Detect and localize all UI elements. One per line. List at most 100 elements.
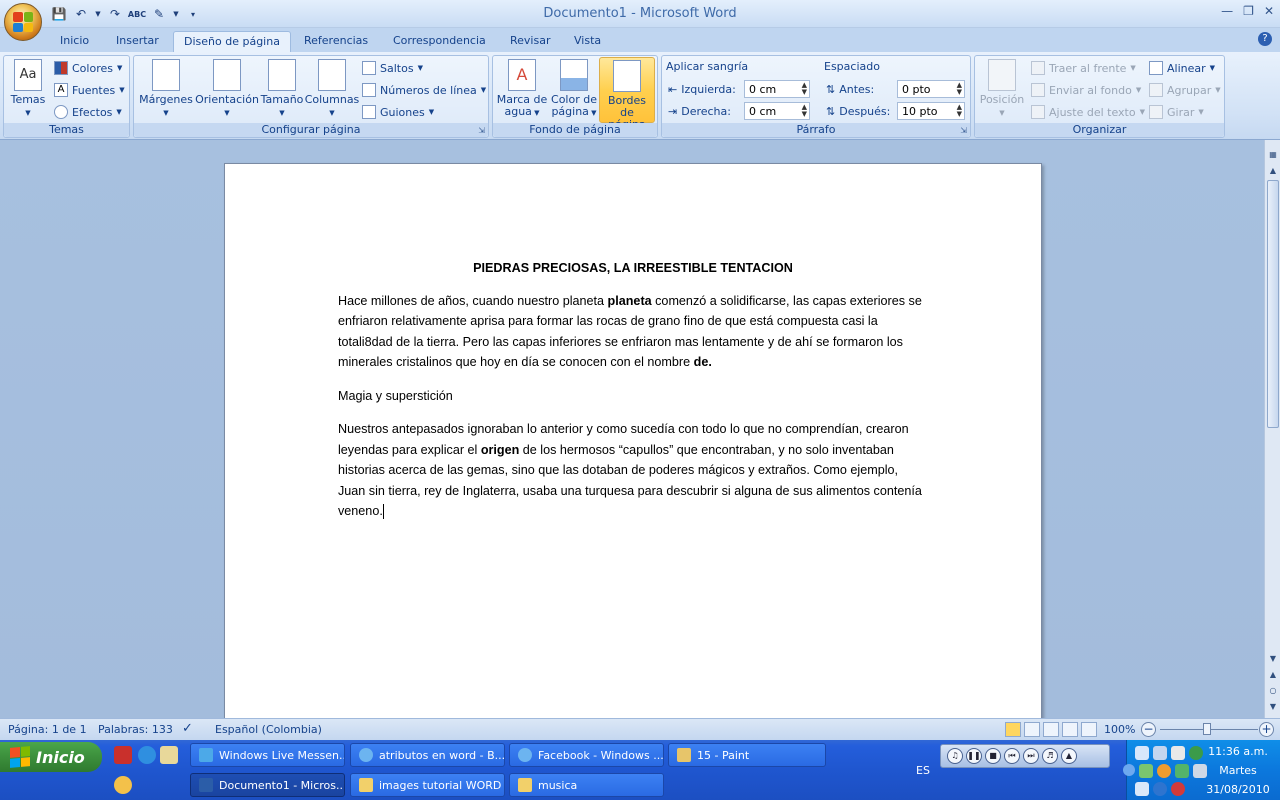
zoom-level[interactable]: 100% bbox=[1104, 723, 1135, 736]
restore-player-icon[interactable]: ▲ bbox=[1061, 748, 1077, 764]
outline-view-icon[interactable] bbox=[1062, 722, 1078, 737]
task-facebook[interactable]: Facebook - Windows ... bbox=[509, 743, 664, 767]
efectos-button[interactable]: Efectos ▼ bbox=[54, 102, 122, 122]
tab-revisar[interactable]: Revisar bbox=[500, 31, 560, 52]
scroll-up-icon[interactable]: ▲ bbox=[1267, 166, 1279, 175]
previous-page-icon[interactable]: ▲ bbox=[1267, 670, 1279, 679]
girar-button[interactable]: Girar ▼ bbox=[1149, 102, 1204, 122]
tab-inicio[interactable]: Inicio bbox=[50, 31, 99, 52]
scroll-thumb[interactable] bbox=[1267, 180, 1279, 428]
dialog-launcher-icon[interactable]: ⇲ bbox=[960, 126, 967, 135]
task-paint[interactable]: 15 - Paint bbox=[668, 743, 826, 767]
tab-correspondencia[interactable]: Correspondencia bbox=[383, 31, 496, 52]
bordes-pagina-button[interactable]: Bordes de página bbox=[599, 57, 655, 131]
next-icon[interactable]: ⏭ bbox=[1023, 748, 1039, 764]
task-images-tutorial[interactable]: images tutorial WORD bbox=[350, 773, 505, 797]
antivirus-icon[interactable] bbox=[1157, 764, 1171, 778]
colores-button[interactable]: Colores ▼ bbox=[54, 58, 122, 78]
zoom-slider-thumb[interactable] bbox=[1203, 723, 1211, 735]
tray-app-icon[interactable] bbox=[1139, 764, 1153, 778]
ajuste-texto-button[interactable]: Ajuste del texto ▼ bbox=[1031, 102, 1145, 122]
close-icon[interactable]: ✕ bbox=[1264, 4, 1274, 18]
antes-label-row: ⇅ Antes: bbox=[826, 79, 874, 99]
margenes-button[interactable]: Márgenes ▼ bbox=[138, 59, 194, 119]
safely-remove-icon[interactable] bbox=[1135, 782, 1149, 796]
scroll-down-icon[interactable]: ▼ bbox=[1267, 654, 1279, 663]
print-layout-view-icon[interactable] bbox=[1005, 722, 1021, 737]
tab-referencias[interactable]: Referencias bbox=[294, 31, 378, 52]
enviar-fondo-button[interactable]: Enviar al fondo ▼ bbox=[1031, 80, 1141, 100]
vertical-scrollbar[interactable]: ▦ ▲ ▼ ▲ ○ ▼ bbox=[1264, 140, 1280, 718]
clock-date[interactable]: 31/08/2010 bbox=[1198, 783, 1278, 796]
office-button[interactable] bbox=[4, 3, 42, 41]
stop-icon[interactable]: ■ bbox=[985, 748, 1001, 764]
volume-icon[interactable]: ♬ bbox=[1042, 748, 1058, 764]
agrupar-button[interactable]: Agrupar ▼ bbox=[1149, 80, 1221, 100]
minimize-icon[interactable]: — bbox=[1221, 4, 1233, 18]
browse-object-icon[interactable]: ○ bbox=[1267, 686, 1279, 695]
posicion-button[interactable]: Posición ▼ bbox=[978, 59, 1026, 119]
clock-time[interactable]: 11:36 a.m. bbox=[1198, 745, 1278, 758]
izquierda-input[interactable]: 0 cm ▲ ▼ bbox=[744, 80, 810, 98]
proofing-icon[interactable]: ✓ bbox=[182, 721, 193, 736]
task-atributos[interactable]: atributos en word - B... bbox=[350, 743, 505, 767]
despues-input[interactable]: 10 pto ▲ ▼ bbox=[897, 102, 965, 120]
tamano-button[interactable]: Tamaño ▼ bbox=[260, 59, 304, 119]
columnas-button[interactable]: Columnas ▼ bbox=[304, 59, 360, 119]
saltos-button[interactable]: Saltos ▼ bbox=[362, 58, 423, 78]
task-documento1[interactable]: Documento1 - Micros... bbox=[190, 773, 345, 797]
media-icon[interactable] bbox=[114, 776, 132, 794]
clock-day[interactable]: Martes bbox=[1198, 764, 1278, 777]
alert-icon[interactable] bbox=[1171, 782, 1185, 796]
document-page[interactable]: PIEDRAS PRECIOSAS, LA IRREESTIBLE TENTAC… bbox=[224, 163, 1042, 718]
next-page-icon[interactable]: ▼ bbox=[1267, 702, 1279, 711]
ruler-toggle-icon[interactable]: ▦ bbox=[1267, 150, 1279, 159]
zoom-out-icon[interactable]: − bbox=[1141, 722, 1156, 737]
network-icon[interactable] bbox=[1135, 746, 1149, 760]
word-count[interactable]: Palabras: 133 bbox=[98, 723, 173, 736]
fuentes-button[interactable]: A Fuentes ▼ bbox=[54, 80, 125, 100]
numeros-linea-button[interactable]: Números de línea ▼ bbox=[362, 80, 486, 100]
alinear-button[interactable]: Alinear ▼ bbox=[1149, 58, 1215, 78]
ie-icon[interactable] bbox=[138, 746, 156, 764]
usb-icon[interactable] bbox=[1171, 746, 1185, 760]
show-hidden-icons[interactable] bbox=[1123, 764, 1135, 776]
pause-icon[interactable]: ❚❚ bbox=[966, 748, 982, 764]
spinner-arrows-icon[interactable]: ▲ ▼ bbox=[957, 104, 962, 118]
tab-diseno-pagina[interactable]: Diseño de página bbox=[173, 31, 291, 52]
marca-agua-button[interactable]: A Marca de agua ▼ bbox=[495, 59, 549, 119]
player-icon[interactable]: ♫ bbox=[947, 748, 963, 764]
task-messenger[interactable]: Windows Live Messen... bbox=[190, 743, 345, 767]
draft-view-icon[interactable] bbox=[1081, 722, 1097, 737]
network-icon-2[interactable] bbox=[1153, 746, 1167, 760]
full-screen-view-icon[interactable] bbox=[1024, 722, 1040, 737]
tab-vista[interactable]: Vista bbox=[564, 31, 611, 52]
dialog-launcher-icon[interactable]: ⇲ bbox=[478, 126, 485, 135]
temas-button[interactable]: Aa Temas ▼ bbox=[8, 59, 48, 119]
antes-input[interactable]: 0 pto ▲ ▼ bbox=[897, 80, 965, 98]
spinner-arrows-icon[interactable]: ▲ ▼ bbox=[802, 104, 807, 118]
show-desktop-icon[interactable] bbox=[160, 746, 178, 764]
update-icon[interactable] bbox=[1175, 764, 1189, 778]
previous-icon[interactable]: ⏮ bbox=[1004, 748, 1020, 764]
derecha-input[interactable]: 0 cm ▲ ▼ bbox=[744, 102, 810, 120]
document-body[interactable]: PIEDRAS PRECIOSAS, LA IRREESTIBLE TENTAC… bbox=[338, 258, 928, 535]
traer-frente-button[interactable]: Traer al frente ▼ bbox=[1031, 58, 1136, 78]
spinner-arrows-icon[interactable]: ▲ ▼ bbox=[802, 82, 807, 96]
language-indicator[interactable]: ES bbox=[916, 764, 930, 777]
task-musica[interactable]: musica bbox=[509, 773, 664, 797]
acrobat-icon[interactable] bbox=[114, 746, 132, 764]
restore-icon[interactable]: ❐ bbox=[1243, 4, 1254, 18]
language[interactable]: Español (Colombia) bbox=[215, 723, 322, 736]
zoom-in-icon[interactable]: + bbox=[1259, 722, 1274, 737]
guiones-button[interactable]: Guiones ▼ bbox=[362, 102, 434, 122]
start-button[interactable]: Inicio bbox=[0, 742, 102, 772]
orientacion-button[interactable]: Orientación ▼ bbox=[194, 59, 260, 119]
web-layout-view-icon[interactable] bbox=[1043, 722, 1059, 737]
color-pagina-button[interactable]: Color de página ▼ bbox=[549, 59, 599, 119]
page-count[interactable]: Página: 1 de 1 bbox=[8, 723, 87, 736]
spinner-arrows-icon[interactable]: ▲ ▼ bbox=[957, 82, 962, 96]
help-icon[interactable]: ? bbox=[1258, 32, 1272, 46]
tab-insertar[interactable]: Insertar bbox=[106, 31, 169, 52]
bluetooth-icon[interactable] bbox=[1153, 782, 1167, 796]
